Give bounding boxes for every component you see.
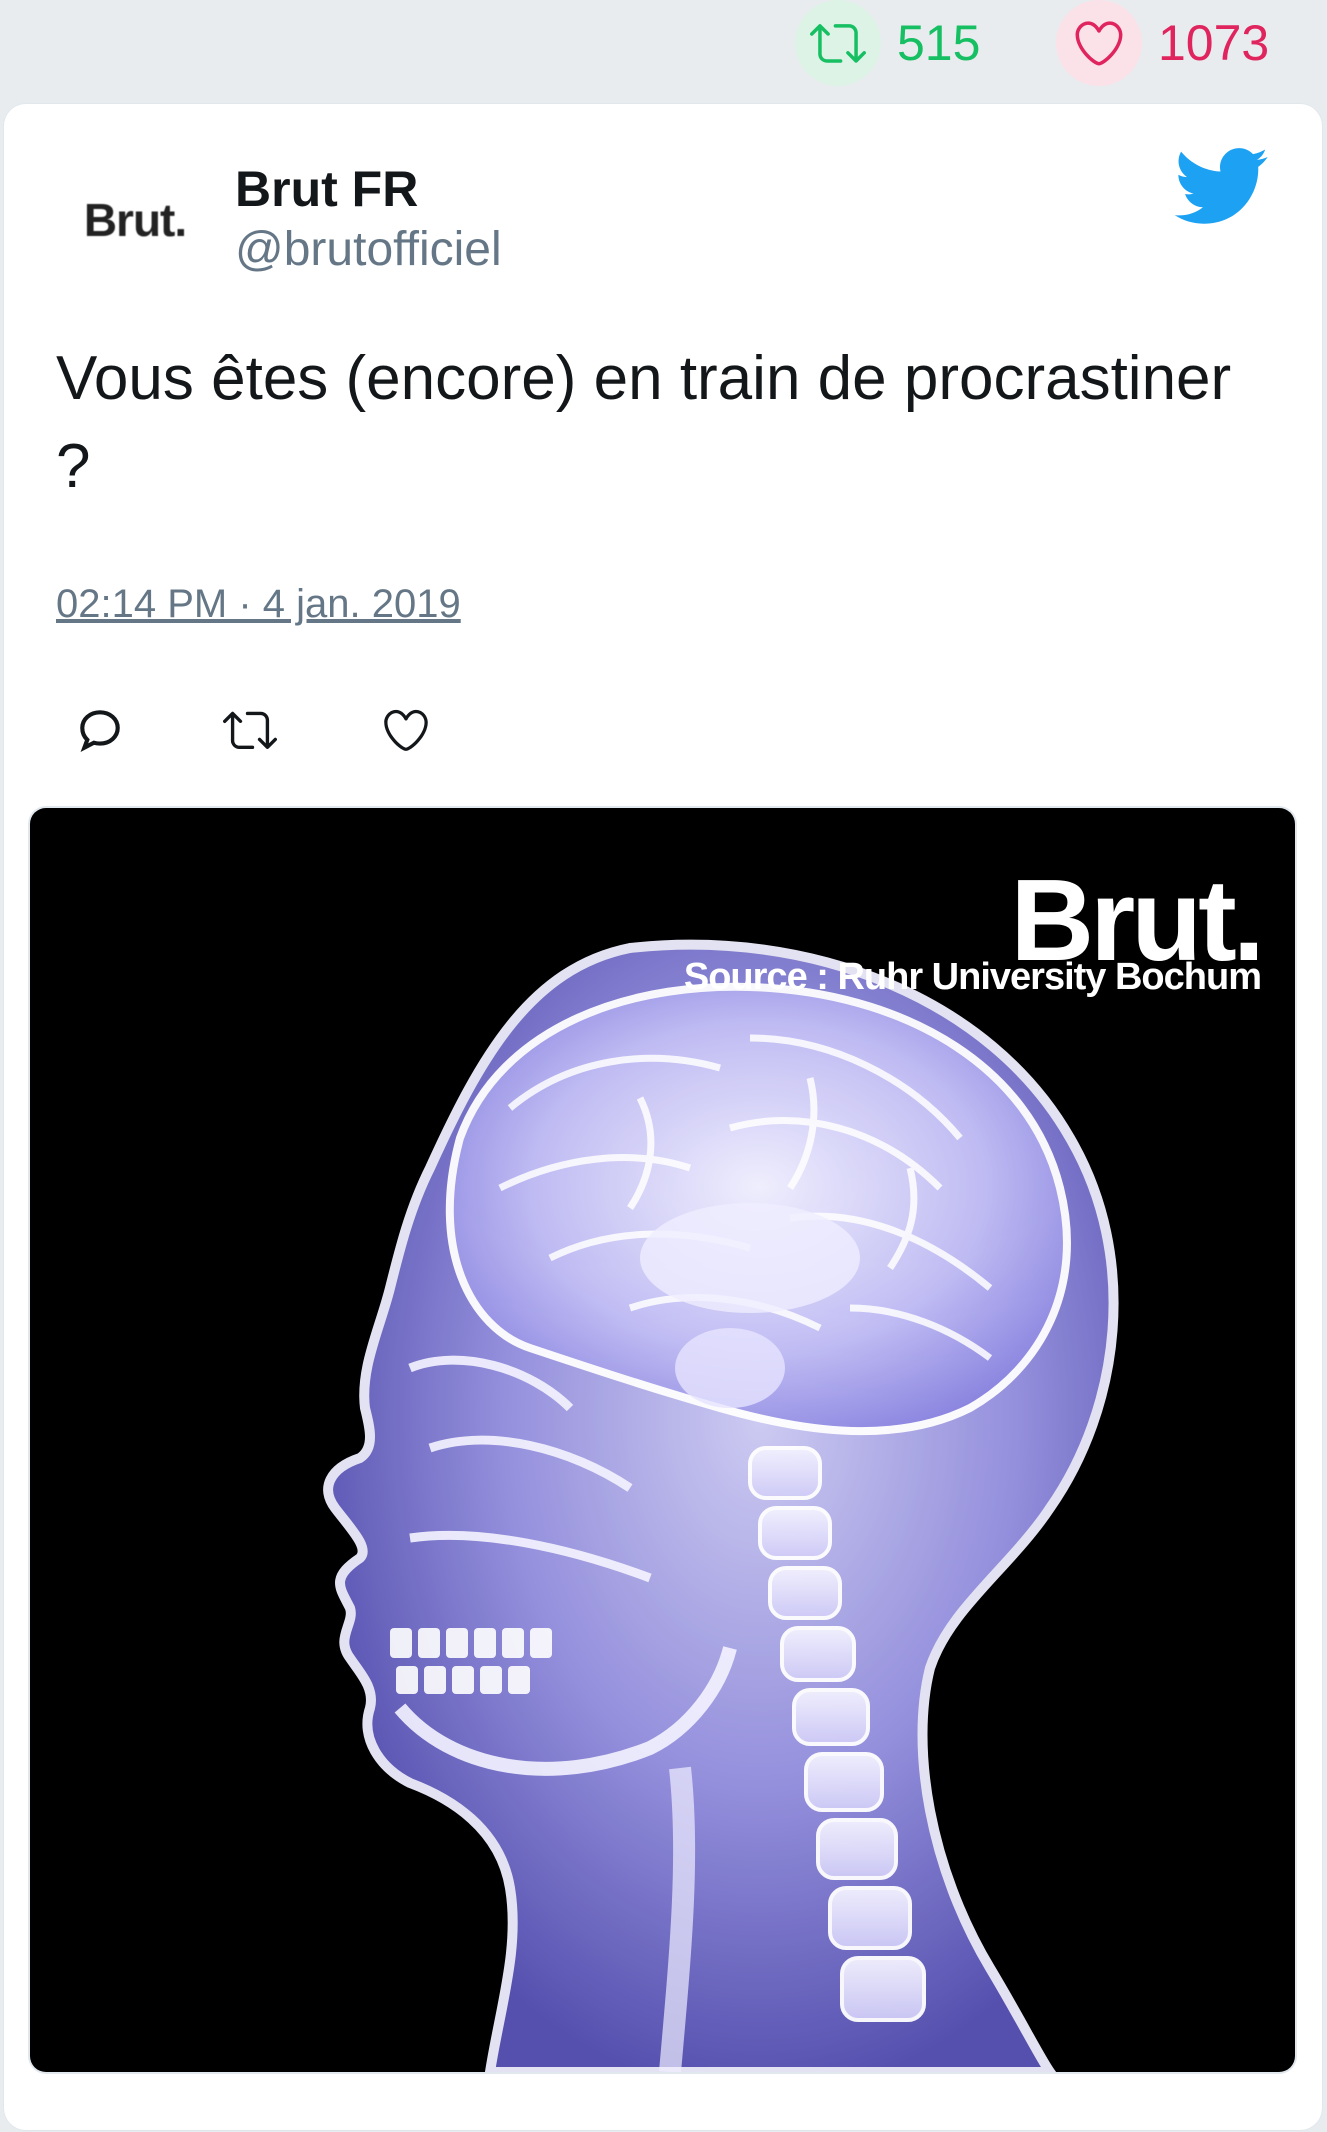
like-stat[interactable]: 1073: [1056, 0, 1269, 86]
retweet-stat[interactable]: 515: [795, 0, 980, 86]
avatar[interactable]: Brut.: [60, 165, 210, 275]
author-handle[interactable]: @brutofficiel: [235, 222, 502, 277]
tweet-text: Vous êtes (encore) en train de procrasti…: [56, 344, 1232, 501]
retweet-icon[interactable]: [795, 0, 881, 86]
twitter-bird-icon[interactable]: [1170, 145, 1270, 227]
like-count: 1073: [1158, 15, 1270, 71]
media-watermark-source: Source : Ruhr University Bochum: [683, 956, 1262, 998]
author-name[interactable]: Brut FR: [235, 160, 418, 218]
engagement-bar: 515 1073: [0, 0, 1327, 100]
heart-icon[interactable]: [1056, 0, 1142, 86]
tweet-media[interactable]: Brut. Source : Ruhr University Bochum: [30, 808, 1295, 2072]
heart-icon[interactable]: [376, 700, 436, 760]
retweet-count: 515: [897, 15, 981, 71]
tweet-timestamp[interactable]: 02:14 PM · 4 jan. 2019: [56, 582, 461, 627]
reply-icon[interactable]: [70, 700, 130, 760]
retweet-icon[interactable]: [220, 700, 280, 760]
